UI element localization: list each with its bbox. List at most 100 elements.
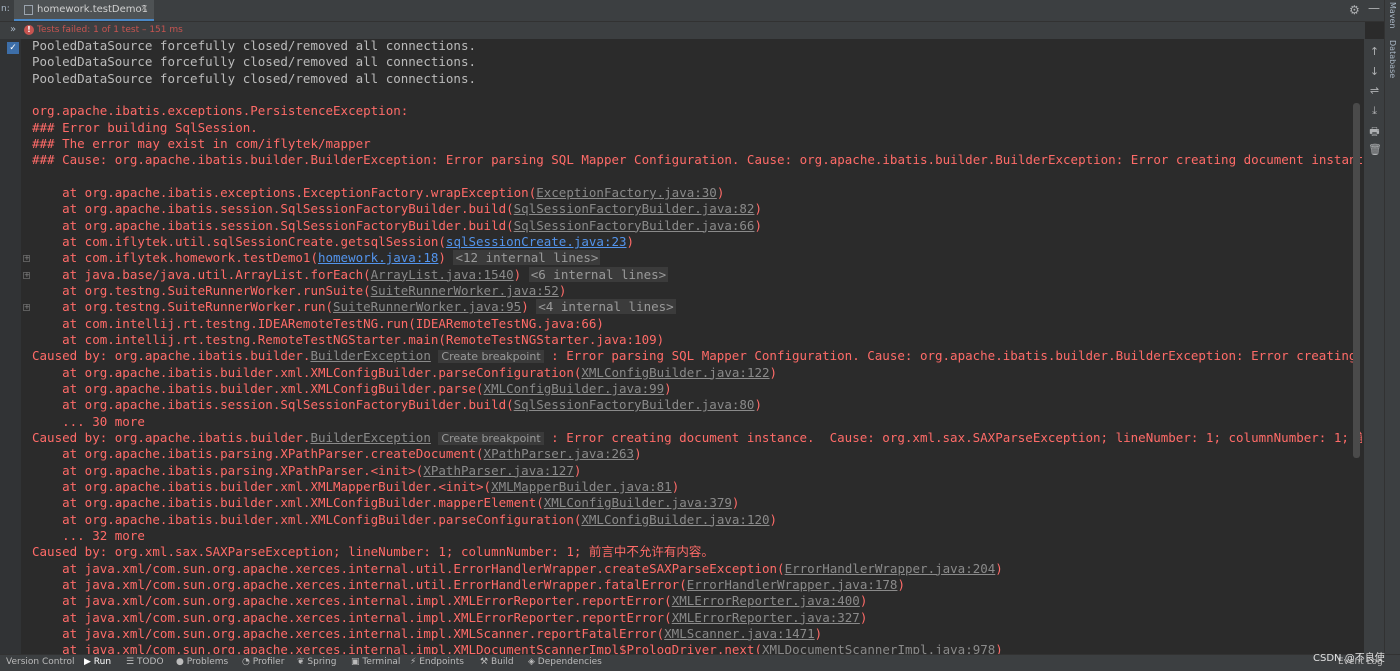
- source-link[interactable]: BuilderException: [310, 348, 430, 363]
- database-tool-tab[interactable]: Database: [1388, 40, 1397, 78]
- console-text: ): [769, 511, 778, 527]
- test-status-row: » ! Tests failed: 1 of 1 test – 151 ms: [0, 22, 1365, 39]
- console-line: at java.xml/com.sun.org.apache.xerces.in…: [32, 626, 822, 642]
- console-line: at java.xml/com.sun.org.apache.xerces.in…: [32, 610, 867, 626]
- source-link[interactable]: ErrorHandlerWrapper.java:204: [785, 561, 996, 576]
- source-link[interactable]: XMLConfigBuilder.java:99: [484, 381, 665, 396]
- console-line: at org.apache.ibatis.parsing.XPathParser…: [32, 446, 642, 462]
- source-link[interactable]: BuilderException: [310, 430, 430, 445]
- console-text: at org.apache.ibatis.parsing.XPathParser…: [32, 446, 484, 462]
- source-link[interactable]: XMLConfigBuilder.java:122: [581, 365, 769, 380]
- source-link[interactable]: ArrayList.java:1540: [371, 267, 514, 282]
- console-text: PooledDataSource forcefully closed/remov…: [32, 38, 477, 53]
- tab-label: homework.testDemo1: [37, 4, 149, 15]
- profiler-icon: ◔: [242, 657, 253, 667]
- tool-window-endpoints[interactable]: ⚡ Endpoints: [410, 657, 464, 667]
- internal-lines-toggle[interactable]: <6 internal lines>: [528, 266, 669, 282]
- source-link[interactable]: XMLConfigBuilder.java:379: [544, 495, 732, 510]
- tool-window-todo[interactable]: ☰ TODO: [126, 657, 164, 667]
- top-tab-bar: n: homework.testDemo1 × ⚙ —: [0, 0, 1400, 22]
- source-link[interactable]: XMLDocumentScannerImpl.java:978: [762, 642, 995, 654]
- create-breakpoint-hint[interactable]: Create breakpoint: [438, 431, 544, 445]
- source-link[interactable]: SqlSessionFactoryBuilder.java:66: [514, 218, 755, 233]
- arrow-down-icon[interactable]: ↓: [1368, 65, 1381, 78]
- console-line: at java.xml/com.sun.org.apache.xerces.in…: [32, 577, 905, 593]
- console-text: at com.intellij.rt.testng.RemoteTestNGSt…: [32, 331, 665, 347]
- console-text: org.apache.ibatis.exceptions.Persistence…: [32, 103, 416, 119]
- fold-expand-icon[interactable]: +: [23, 304, 30, 312]
- console-text: ### The error may exist in com/iflytek/m…: [32, 135, 371, 151]
- tool-window-run[interactable]: ▶ Run: [84, 657, 111, 667]
- chevron-right-icon[interactable]: »: [10, 24, 16, 35]
- console-text: ): [634, 446, 642, 462]
- tool-window-build[interactable]: ⚒ Build: [480, 657, 514, 667]
- source-link[interactable]: SqlSessionFactoryBuilder.java:82: [514, 201, 755, 216]
- source-link[interactable]: SuiteRunnerWorker.java:95: [333, 299, 521, 314]
- scroll-to-end-icon[interactable]: ⤓: [1368, 104, 1381, 118]
- collapse-icon[interactable]: ✓: [7, 42, 19, 54]
- console-text: ): [995, 642, 1003, 654]
- console-text: at java.xml/com.sun.org.apache.xerces.in…: [32, 593, 672, 609]
- source-link[interactable]: XMLErrorReporter.java:327: [672, 610, 860, 625]
- source-link[interactable]: sqlSessionCreate.java:23: [446, 234, 627, 249]
- console-text: ): [859, 593, 868, 609]
- tool-window-version-control[interactable]: Version Control: [6, 657, 75, 667]
- console-text: at java.xml/com.sun.org.apache.xerces.in…: [32, 560, 785, 576]
- source-link[interactable]: XMLErrorReporter.java:400: [672, 593, 860, 608]
- source-link[interactable]: ErrorHandlerWrapper.java:178: [687, 577, 898, 592]
- console-text: at com.iflytek.util.sqlSessionCreate.get…: [32, 233, 446, 249]
- console-line: ... 32 more: [32, 528, 145, 544]
- source-link[interactable]: XMLConfigBuilder.java:120: [581, 512, 769, 527]
- source-link[interactable]: SuiteRunnerWorker.java:52: [371, 283, 559, 298]
- fold-expand-icon[interactable]: +: [23, 255, 30, 263]
- gear-icon[interactable]: ⚙: [1349, 3, 1360, 17]
- console-line: at org.apache.ibatis.builder.xml.XMLMapp…: [32, 479, 679, 495]
- console-text: ): [754, 201, 762, 217]
- close-icon[interactable]: ×: [140, 3, 148, 14]
- tool-window-profiler[interactable]: ◔ Profiler: [242, 657, 284, 667]
- console-line: at java.xml/com.sun.org.apache.xerces.in…: [32, 593, 867, 609]
- console-text: at org.apache.ibatis.builder.xml.XMLConf…: [32, 511, 582, 527]
- source-link[interactable]: homework.java:18: [318, 250, 438, 265]
- console-text: at org.apache.ibatis.session.SqlSessionF…: [32, 217, 514, 233]
- source-link[interactable]: XPathParser.java:127: [423, 463, 574, 478]
- tab-homework-testdemo1[interactable]: homework.testDemo1 ×: [14, 0, 154, 21]
- print-icon[interactable]: 🖶: [1368, 123, 1381, 142]
- tool-window-dependencies[interactable]: ◈ Dependencies: [528, 657, 602, 667]
- console-scrollbar[interactable]: [1353, 103, 1360, 458]
- test-config-icon: [24, 5, 33, 15]
- source-link[interactable]: SqlSessionFactoryBuilder.java:80: [514, 397, 755, 412]
- maven-tool-tab[interactable]: Maven: [1388, 2, 1397, 29]
- console-text: at org.apache.ibatis.session.SqlSessionF…: [32, 201, 514, 217]
- source-link[interactable]: ExceptionFactory.java:30: [536, 185, 717, 200]
- tool-window-problems[interactable]: ● Problems: [176, 657, 228, 667]
- trash-icon[interactable]: 🗑: [1368, 143, 1382, 156]
- run-icon: ▶: [84, 657, 94, 667]
- arrow-up-icon[interactable]: ↑: [1368, 45, 1381, 58]
- source-link[interactable]: XMLMapperBuilder.java:81: [491, 479, 672, 494]
- console-text: ): [769, 364, 778, 380]
- tool-window-spring[interactable]: ❦ Spring: [297, 657, 336, 667]
- console-text: ): [438, 250, 454, 266]
- console-line: org.apache.ibatis.exceptions.Persistence…: [32, 103, 416, 119]
- tool-window-terminal[interactable]: ▣ Terminal: [351, 657, 400, 667]
- fold-expand-icon[interactable]: +: [23, 271, 30, 279]
- console-text: ): [664, 380, 672, 396]
- source-link[interactable]: XMLScanner.java:1471: [664, 626, 815, 641]
- console-text: ): [558, 282, 567, 298]
- internal-lines-toggle[interactable]: <4 internal lines>: [536, 299, 676, 315]
- console-text: : Error creating document instance. Caus…: [551, 429, 1362, 445]
- console-text: at java.xml/com.sun.org.apache.xerces.in…: [32, 609, 672, 625]
- console-text: Caused by: org.xml.sax.SAXParseException…: [32, 544, 714, 560]
- console-line: ### The error may exist in com/iflytek/m…: [32, 136, 371, 152]
- console-line: at java.xml/com.sun.org.apache.xerces.in…: [32, 561, 1003, 577]
- create-breakpoint-hint[interactable]: Create breakpoint: [438, 350, 544, 364]
- console-output[interactable]: PooledDataSource forcefully closed/remov…: [32, 38, 1362, 654]
- console-line: at org.apache.ibatis.session.SqlSessionF…: [32, 397, 762, 413]
- internal-lines-toggle[interactable]: <12 internal lines>: [453, 250, 601, 266]
- source-link[interactable]: XPathParser.java:263: [484, 446, 635, 461]
- tool-window-label: Problems: [186, 657, 229, 667]
- right-tool-strip: Maven Database: [1384, 0, 1400, 654]
- soft-wrap-icon[interactable]: ⇌: [1368, 84, 1381, 97]
- minimize-icon[interactable]: —: [1368, 1, 1380, 15]
